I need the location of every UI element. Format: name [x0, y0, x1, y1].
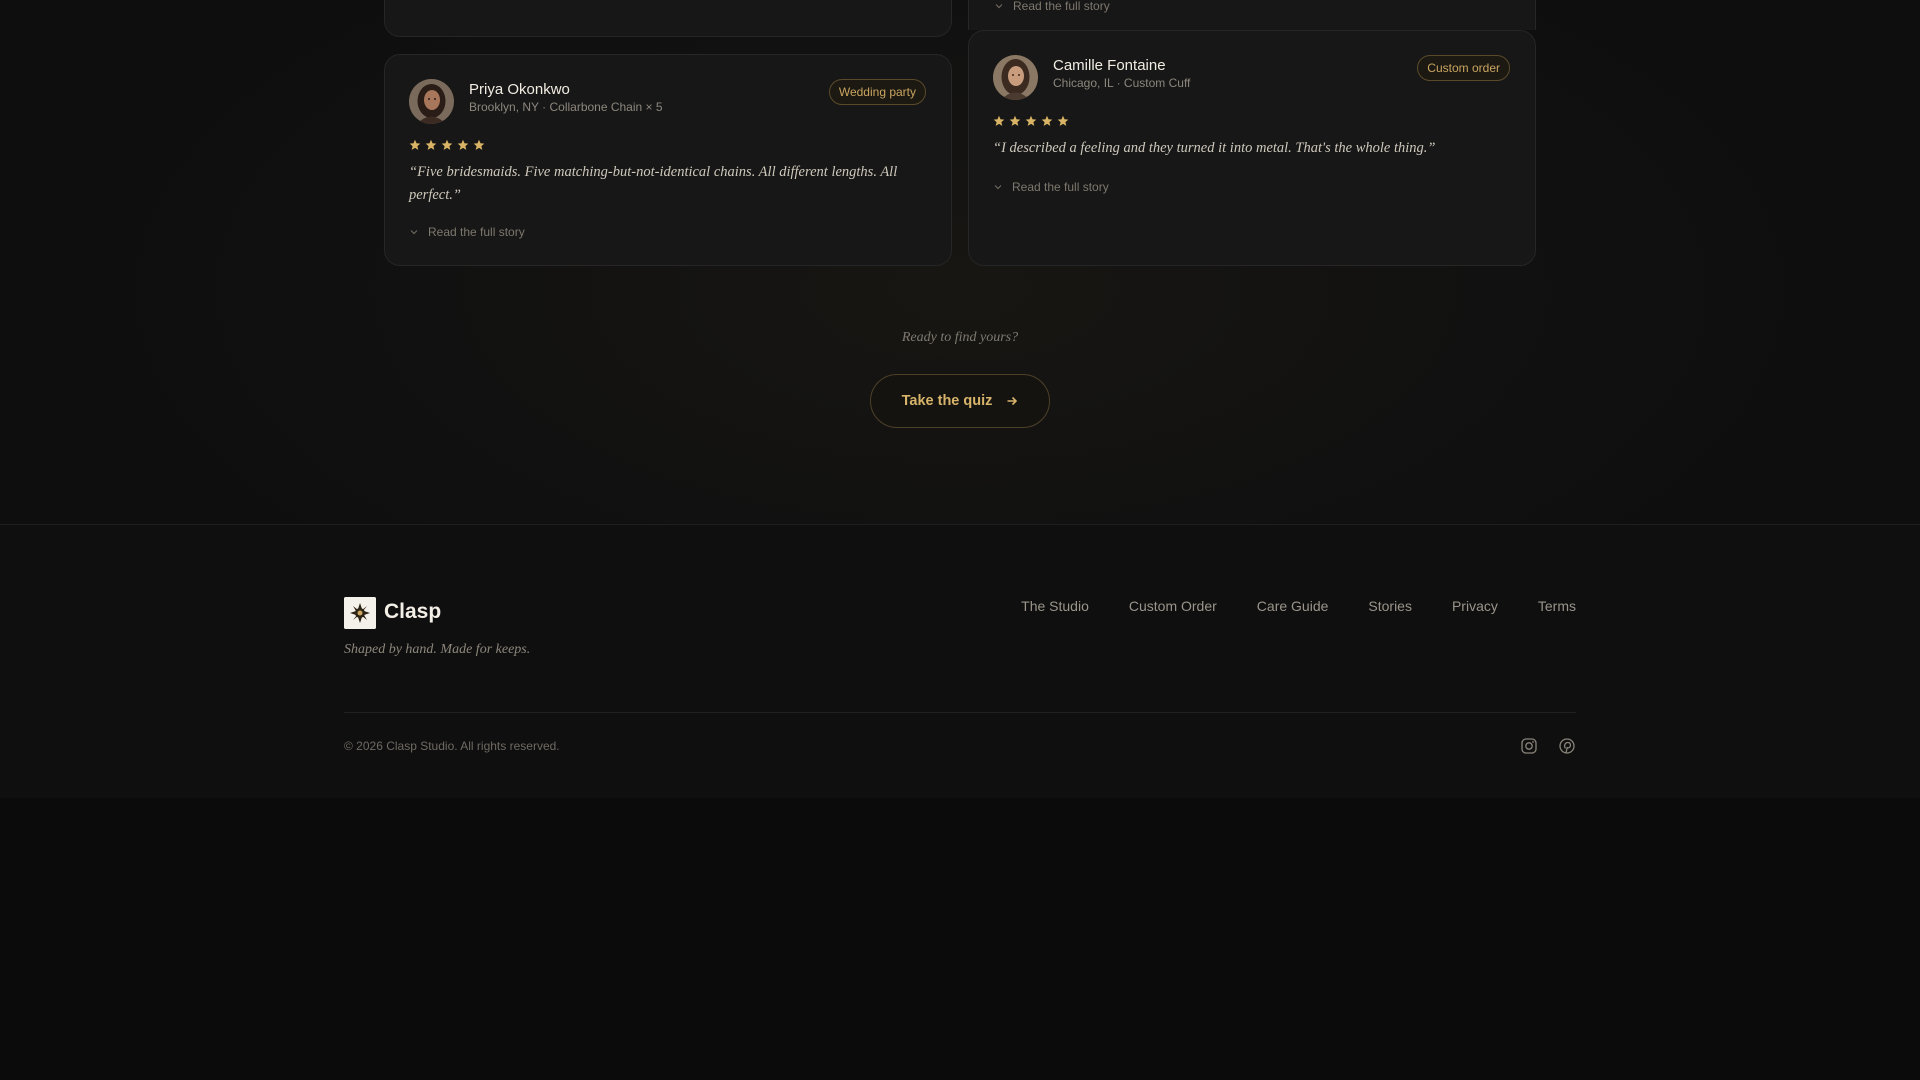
copyright-text: © 2026 Clasp Studio. All rights reserved…: [344, 739, 560, 753]
star-icon: [457, 139, 469, 150]
footer-link-privacy[interactable]: Privacy: [1452, 598, 1498, 614]
star-icon: [1025, 115, 1037, 126]
avatar: [409, 79, 454, 124]
reviewer-meta: Brooklyn, NY · Collarbone Chain × 5: [469, 100, 663, 114]
category-badge: Wedding party: [828, 79, 926, 105]
instagram-icon[interactable]: [1520, 737, 1538, 755]
take-quiz-label: Take the quiz: [901, 393, 993, 409]
footer-nav: The Studio Custom Order Care Guide Stori…: [1021, 598, 1576, 614]
read-full-story-link[interactable]: Read the full story: [993, 180, 1109, 194]
cta-lead-text: Ready to find yours?: [901, 330, 1019, 345]
star-icon: [1041, 115, 1053, 126]
pinterest-icon[interactable]: [1558, 737, 1576, 755]
footer-link-stories[interactable]: Stories: [1368, 598, 1412, 614]
footer: [0, 524, 1920, 798]
star-icon: [993, 115, 1005, 126]
star-icon: [409, 139, 421, 150]
star-icon: [1009, 115, 1021, 126]
footer-divider: [344, 712, 1576, 713]
clasp-logo-icon[interactable]: [344, 597, 376, 629]
testimonial-card-partial: [384, 0, 952, 37]
social-links: [1520, 737, 1576, 755]
brand-tagline: Shaped by hand. Made for keeps.: [344, 642, 531, 657]
star-rating: [409, 139, 485, 151]
reviewer-meta: Chicago, IL · Custom Cuff: [1053, 76, 1191, 90]
category-badge: Custom order: [1417, 55, 1510, 81]
page-bottom-area: [0, 798, 1920, 1080]
read-full-story-link[interactable]: Read the full story: [994, 0, 1110, 13]
arrow-right-icon: [1007, 396, 1018, 406]
footer-link-the-studio[interactable]: The Studio: [1021, 598, 1089, 614]
star-icon: [441, 139, 453, 150]
read-full-story-label: Read the full story: [1013, 0, 1110, 13]
footer-link-custom-order[interactable]: Custom Order: [1129, 598, 1217, 614]
footer-link-terms[interactable]: Terms: [1538, 598, 1576, 614]
avatar: [993, 55, 1038, 100]
footer-link-care-guide[interactable]: Care Guide: [1257, 598, 1329, 614]
star-icon: [425, 139, 437, 150]
chevron-down-icon: [995, 4, 1003, 9]
star-icon: [473, 139, 485, 150]
read-full-story-link[interactable]: Read the full story: [409, 225, 525, 239]
star-icon: [1057, 115, 1069, 126]
reviewer-name: Camille Fontaine: [1053, 57, 1166, 74]
read-full-story-label: Read the full story: [1012, 180, 1109, 194]
chevron-down-icon: [410, 230, 418, 235]
reviewer-name: Priya Okonkwo: [469, 81, 570, 98]
read-full-story-label: Read the full story: [428, 225, 525, 239]
chevron-down-icon: [994, 185, 1002, 190]
brand-name[interactable]: Clasp: [384, 600, 441, 624]
testimonial-quote: “Five bridesmaids. Five matching-but-not…: [409, 164, 898, 203]
star-rating: [993, 115, 1069, 127]
testimonial-quote: “I described a feeling and they turned i…: [993, 140, 1436, 156]
page: Read the full story Priya Okonkwo Brookl…: [0, 0, 1920, 1080]
take-quiz-button[interactable]: Take the quiz: [870, 374, 1050, 428]
